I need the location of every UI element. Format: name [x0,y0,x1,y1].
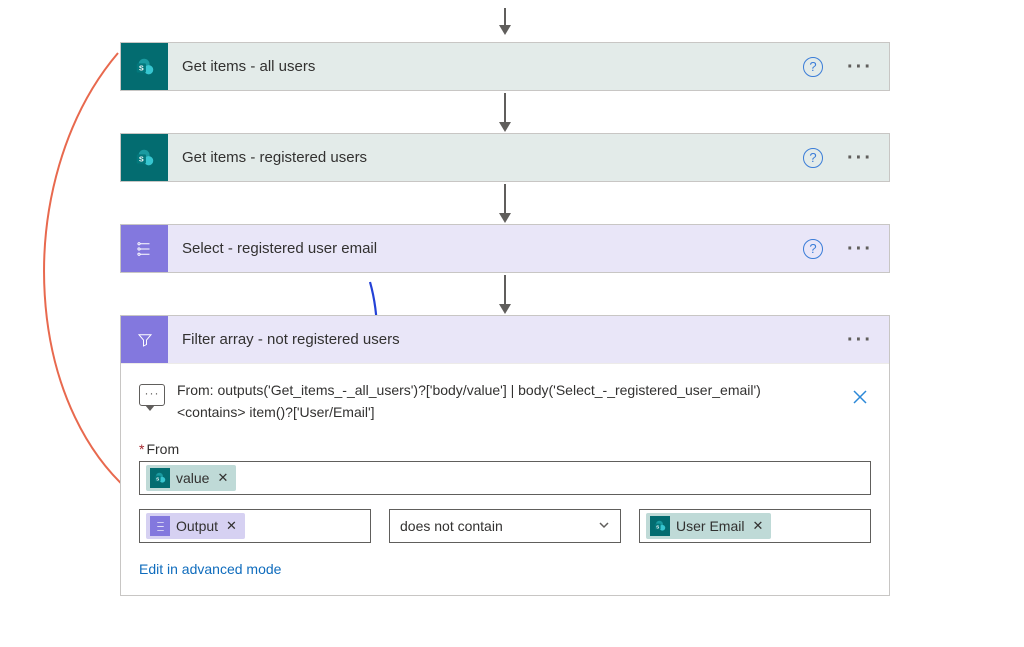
card-title: Select - registered user email [182,240,789,257]
filter-left-input[interactable]: Output ✕ [139,509,371,543]
more-menu[interactable]: ··· [843,239,877,259]
filter-right-input[interactable]: S User Email ✕ [639,509,871,543]
token-remove[interactable]: ✕ [217,470,228,486]
data-operation-icon [121,316,168,363]
flow-arrow [120,273,890,315]
data-operation-icon [150,516,170,536]
svg-text:S: S [156,477,159,482]
dismiss-comment-button[interactable] [849,386,871,408]
token-remove[interactable]: ✕ [752,518,763,534]
token-output[interactable]: Output ✕ [146,513,245,539]
more-menu[interactable]: ··· [843,57,877,77]
svg-text:S: S [138,63,143,72]
comment-line: From: outputs('Get_items_-_all_users')?[… [177,380,837,402]
chevron-down-icon [598,518,610,534]
token-label: User Email [676,518,744,534]
help-icon[interactable]: ? [803,239,823,259]
token-remove[interactable]: ✕ [226,518,237,534]
advanced-mode-link[interactable]: Edit in advanced mode [139,561,281,577]
token-value[interactable]: S value ✕ [146,465,236,491]
token-label: Output [176,518,218,534]
sharepoint-icon: S [121,43,168,90]
more-menu[interactable]: ··· [843,148,877,168]
comment-icon [139,384,165,406]
flow-arrow [120,91,890,133]
help-icon[interactable]: ? [803,148,823,168]
action-card-get-items-all[interactable]: S Get items - all users ? ··· [120,42,890,91]
action-card-select[interactable]: Select - registered user email ? ··· [120,224,890,273]
from-field-label: *From [139,441,871,457]
action-card-filter-array: Filter array - not registered users ··· … [120,315,890,596]
token-label: value [176,470,209,486]
token-user-email[interactable]: S User Email ✕ [646,513,771,539]
svg-text:S: S [138,154,143,163]
data-operation-icon [121,225,168,272]
action-card-get-items-registered[interactable]: S Get items - registered users ? ··· [120,133,890,182]
help-icon[interactable]: ? [803,57,823,77]
card-title: Get items - registered users [182,149,789,166]
svg-text:S: S [656,525,659,530]
card-title: Filter array - not registered users [182,331,829,348]
operator-value: does not contain [400,518,503,534]
more-menu[interactable]: ··· [843,330,877,350]
filter-operator-select[interactable]: does not contain [389,509,621,543]
card-title: Get items - all users [182,58,789,75]
action-comment: From: outputs('Get_items_-_all_users')?[… [139,380,871,423]
flow-arrow [120,0,890,42]
action-card-filter-header[interactable]: Filter array - not registered users ··· [121,316,889,363]
sharepoint-icon: S [121,134,168,181]
flow-arrow [120,182,890,224]
sharepoint-icon: S [150,468,170,488]
sharepoint-icon: S [650,516,670,536]
comment-line: <contains> item()?['User/Email'] [177,402,837,424]
from-input[interactable]: S value ✕ [139,461,871,495]
